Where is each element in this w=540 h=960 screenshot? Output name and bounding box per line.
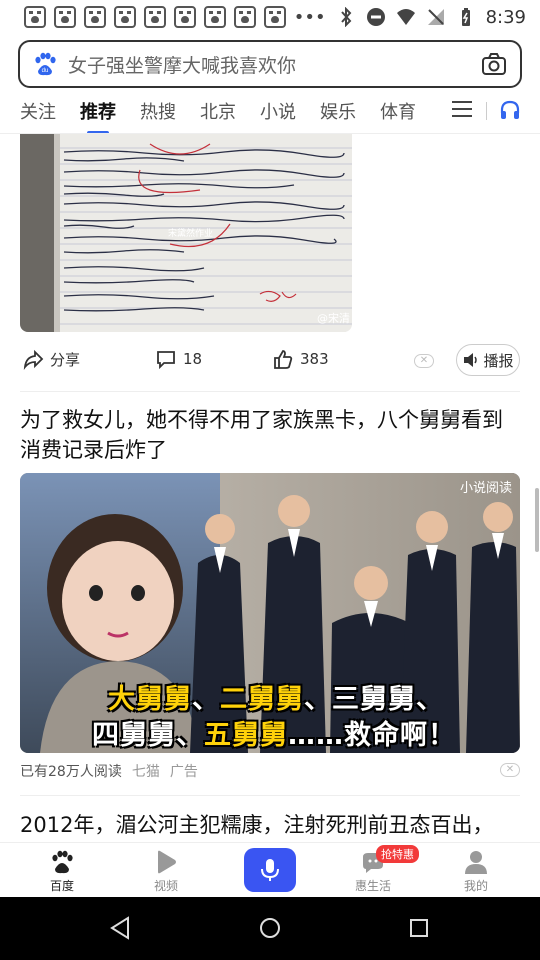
search-input[interactable]: 女子强坐警摩大喊我喜欢你 bbox=[68, 51, 480, 78]
tab-recommend[interactable]: 推荐 bbox=[80, 95, 116, 135]
article-title[interactable]: 为了救女儿，她不得不用了家族黑卡，八个舅舅看到消费记录后炸了 bbox=[20, 405, 520, 465]
svg-text:du: du bbox=[42, 68, 49, 74]
image-watermark: @宋清 bbox=[317, 312, 350, 325]
divider bbox=[486, 102, 487, 120]
camera-icon[interactable] bbox=[480, 50, 508, 78]
baidu-paw-icon bbox=[144, 6, 166, 28]
nav-label: 惠生活 bbox=[354, 879, 391, 893]
share-label: 分享 bbox=[50, 350, 81, 369]
caption-yellow-1: 大舅舅 bbox=[108, 684, 192, 715]
microphone-icon bbox=[261, 859, 279, 881]
notification-icons bbox=[24, 6, 286, 28]
headset-icon[interactable] bbox=[498, 98, 522, 122]
tab-beijing[interactable]: 北京 bbox=[200, 95, 236, 131]
nav-label: 视频 bbox=[153, 879, 178, 893]
nav-mine[interactable]: 我的 bbox=[441, 849, 511, 894]
ad-image[interactable]: 小说阅读 大舅舅、二舅舅、三舅舅、 四舅舅、五舅舅……救命啊！ bbox=[20, 473, 520, 753]
comment-button[interactable]: 18 bbox=[155, 348, 202, 370]
speaker-icon bbox=[464, 353, 478, 367]
ad-label: 广告 bbox=[169, 764, 198, 780]
do-not-disturb-icon bbox=[366, 8, 385, 26]
voice-search-button[interactable] bbox=[244, 848, 296, 892]
baidu-paw-icon bbox=[204, 6, 226, 28]
wifi-icon bbox=[396, 9, 415, 25]
play-icon bbox=[158, 850, 176, 874]
ad-meta: 已有28万人阅读 七猫 广告 bbox=[20, 761, 198, 781]
caption-white-1: 三舅舅 bbox=[332, 684, 416, 715]
no-signal-icon bbox=[427, 9, 444, 25]
clock: 8:39 bbox=[485, 6, 526, 28]
close-icon[interactable]: ✕ bbox=[500, 763, 520, 777]
news-feed[interactable]: 宋黛然作业 @宋清 分享 18 383 ✕ 播报 为了救女儿，她不得不用了家族黑… bbox=[0, 134, 540, 842]
back-icon[interactable] bbox=[108, 915, 134, 941]
image-caption-line1: 大舅舅、二舅舅、三舅舅、 bbox=[108, 684, 444, 715]
caption-white-2: 四舅舅、 bbox=[92, 720, 204, 751]
menu-icon[interactable] bbox=[452, 100, 472, 118]
more-dots-icon: ••• bbox=[293, 6, 326, 28]
tab-follow[interactable]: 关注 bbox=[20, 95, 56, 131]
caption-yellow-3: 五舅舅 bbox=[204, 720, 288, 751]
bluetooth-icon bbox=[340, 7, 351, 27]
baidu-paw-icon bbox=[52, 850, 73, 874]
comment-count: 18 bbox=[183, 350, 203, 368]
article-title[interactable]: 2012年，湄公河主犯糯康，注射死刑前丑态百出， bbox=[20, 810, 520, 840]
home-icon[interactable] bbox=[257, 915, 283, 941]
tab-hot-search[interactable]: 热搜 bbox=[140, 95, 176, 131]
system-navigation-bar bbox=[0, 897, 540, 960]
baidu-paw-icon bbox=[114, 6, 136, 28]
nav-video[interactable]: 视频 bbox=[131, 849, 201, 894]
search-bar[interactable]: du 女子强坐警摩大喊我喜欢你 bbox=[18, 40, 522, 88]
nav-label: 我的 bbox=[463, 879, 488, 893]
bottom-navigation: 百度 视频 惠生活 抢特惠 我的 bbox=[0, 842, 540, 897]
baidu-paw-icon bbox=[234, 6, 256, 28]
nav-baidu[interactable]: 百度 bbox=[27, 849, 97, 894]
promo-badge: 抢特惠 bbox=[376, 845, 419, 863]
baidu-paw-icon: du bbox=[35, 52, 56, 76]
caption-yellow-2: 二舅舅 bbox=[220, 684, 304, 715]
scrollbar[interactable] bbox=[535, 488, 539, 552]
comment-icon bbox=[157, 351, 175, 370]
person-icon bbox=[465, 851, 487, 874]
caption-white-3: ……救命啊！ bbox=[288, 720, 456, 751]
image-tag: 小说阅读 bbox=[459, 481, 512, 496]
tab-novel[interactable]: 小说 bbox=[260, 95, 296, 131]
image-center-text: 宋黛然作业 bbox=[168, 229, 214, 239]
category-tabs: 关注 推荐 热搜 北京 小说 娱乐 体育 bbox=[0, 92, 540, 135]
thumbs-up-icon bbox=[274, 350, 293, 369]
divider bbox=[20, 391, 520, 392]
play-report-button[interactable]: 播报 bbox=[456, 344, 520, 376]
baidu-paw-icon bbox=[174, 6, 196, 28]
like-button[interactable]: 383 bbox=[272, 348, 329, 370]
close-icon[interactable]: ✕ bbox=[414, 354, 434, 368]
tab-entertainment[interactable]: 娱乐 bbox=[320, 95, 356, 131]
recents-icon[interactable] bbox=[406, 915, 432, 941]
divider bbox=[20, 795, 520, 796]
tab-sports[interactable]: 体育 bbox=[380, 95, 416, 131]
status-bar: ••• 8:39 bbox=[0, 0, 540, 34]
baidu-paw-icon bbox=[24, 6, 46, 28]
baidu-paw-icon bbox=[264, 6, 286, 28]
like-count: 383 bbox=[300, 350, 329, 368]
article-image[interactable]: 宋黛然作业 @宋清 bbox=[20, 134, 352, 332]
nav-label: 百度 bbox=[49, 879, 74, 893]
share-icon bbox=[23, 349, 44, 370]
play-report-label: 播报 bbox=[483, 351, 514, 370]
baidu-paw-icon bbox=[84, 6, 106, 28]
image-caption-line2: 四舅舅、五舅舅……救命啊！ bbox=[92, 713, 456, 752]
source-label: 七猫 bbox=[131, 764, 160, 780]
battery-icon bbox=[461, 8, 470, 26]
article-actions: 分享 18 383 ✕ 播报 bbox=[0, 344, 540, 376]
share-button[interactable]: 分享 bbox=[22, 348, 80, 370]
read-count: 已有28万人阅读 bbox=[20, 764, 122, 780]
baidu-paw-icon bbox=[54, 6, 76, 28]
